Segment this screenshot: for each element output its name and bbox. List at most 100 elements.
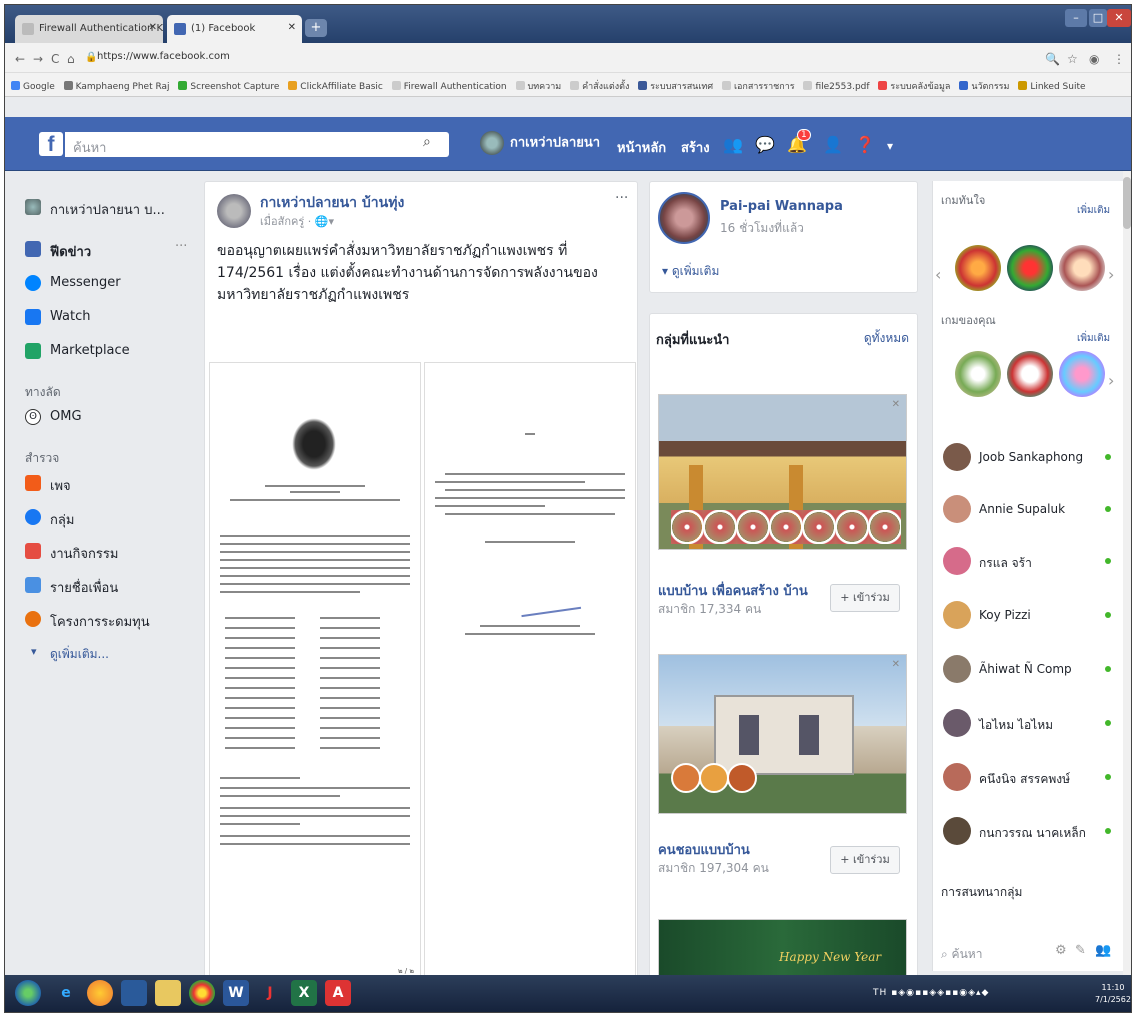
join-group-button[interactable]: + เข้าร่วม bbox=[830, 584, 900, 612]
sidebar-item-friends[interactable]: รายชื่อเพื่อน bbox=[25, 569, 195, 603]
home-icon[interactable]: ⌂ bbox=[67, 52, 75, 66]
post-author[interactable]: กาเหว่าปลายนา บ้านทุ่ง bbox=[260, 192, 404, 214]
game-icon[interactable] bbox=[1007, 351, 1053, 397]
your-games-more-link[interactable]: เพิ่มเติม bbox=[1077, 331, 1110, 346]
media-icon[interactable] bbox=[121, 980, 147, 1006]
contact-item[interactable]: คนึงนิจ สรรคพงษ์ bbox=[943, 759, 1118, 799]
sidebar-item-fundraisers[interactable]: โครงการระดมทุน bbox=[25, 603, 195, 637]
contact-item[interactable]: กรแล จร้า bbox=[943, 543, 1118, 583]
more-icon[interactable]: ··· bbox=[615, 190, 628, 206]
game-icon[interactable] bbox=[1059, 245, 1105, 291]
zoom-icon[interactable]: 🔍 bbox=[1045, 52, 1060, 66]
chevron-right-icon[interactable]: › bbox=[1108, 265, 1114, 284]
bookmark[interactable]: Kamphaeng Phet Raj bbox=[63, 81, 170, 92]
chat-search-input[interactable]: ⌕ ค้นหา bbox=[941, 945, 982, 964]
minimize-button[interactable]: – bbox=[1065, 9, 1087, 27]
join-group-button[interactable]: + เข้าร่วม bbox=[830, 846, 900, 874]
game-icon[interactable] bbox=[955, 245, 1001, 291]
game-icon[interactable] bbox=[1059, 351, 1105, 397]
bookmark[interactable]: บทความ bbox=[515, 79, 561, 93]
avatar[interactable] bbox=[658, 192, 710, 244]
create-link[interactable]: สร้าง bbox=[681, 137, 710, 158]
bookmark[interactable]: ClickAffiliate Basic bbox=[288, 81, 383, 92]
search-input[interactable]: ค้นหา bbox=[65, 132, 449, 157]
sidebar-see-more[interactable]: ▾ ดูเพิ่มเติม... bbox=[25, 637, 195, 671]
extension-icon[interactable]: ◉ bbox=[1089, 52, 1099, 66]
bookmark[interactable]: คำสั่งแต่งตั้ง bbox=[570, 79, 629, 93]
close-icon[interactable]: ✕ bbox=[892, 659, 900, 670]
menu-icon[interactable]: ⋮ bbox=[1113, 52, 1125, 66]
group-cover-image[interactable]: Happy New Year bbox=[658, 919, 907, 980]
sidebar-item-marketplace[interactable]: Marketplace bbox=[25, 335, 195, 369]
group-cover-image[interactable]: ✕ bbox=[658, 394, 907, 550]
sidebar-item-omg[interactable]: ʘ OMG bbox=[25, 401, 195, 435]
bookmark[interactable]: นวัตกรรม bbox=[959, 79, 1009, 93]
contact-item[interactable]: Koy Pizzi bbox=[943, 597, 1118, 637]
see-more-link[interactable]: ▾ ดูเพิ่มเติม bbox=[662, 262, 719, 281]
folder-icon[interactable] bbox=[155, 980, 181, 1006]
app-icon[interactable]: J bbox=[257, 980, 283, 1006]
group-name[interactable]: แบบบ้าน เพื่อคนสร้าง บ้าน bbox=[658, 580, 808, 601]
start-icon[interactable] bbox=[15, 980, 41, 1006]
forward-icon[interactable]: → bbox=[33, 52, 43, 66]
games-more-link[interactable]: เพิ่มเติม bbox=[1077, 203, 1110, 218]
game-icon[interactable] bbox=[955, 351, 1001, 397]
close-icon[interactable]: ✕ bbox=[892, 399, 900, 410]
sidebar-item-pages[interactable]: เพจ bbox=[25, 467, 195, 501]
close-icon[interactable]: ✕ bbox=[288, 22, 296, 33]
scrollbar[interactable] bbox=[1123, 171, 1131, 979]
see-all-link[interactable]: ดูทั้งหมด bbox=[864, 329, 909, 348]
contact-item[interactable]: ไอไหม ไอไหม bbox=[943, 705, 1118, 745]
home-link[interactable]: หน้าหลัก bbox=[617, 137, 666, 158]
firefox-icon[interactable] bbox=[87, 980, 113, 1006]
contact-item[interactable]: Ãhiwat Ñ Comp bbox=[943, 651, 1118, 691]
post-image-page-1[interactable]: ๒ / ๒ bbox=[209, 362, 421, 982]
url-field[interactable]: https://www.facebook.com bbox=[97, 51, 230, 62]
chevron-left-icon[interactable]: ‹ bbox=[935, 265, 941, 284]
friend-requests-icon[interactable]: 👥 bbox=[723, 135, 743, 154]
sidebar-item-watch[interactable]: Watch bbox=[25, 301, 195, 335]
sidebar-item-profile[interactable]: กาเหว่าปลายนา บ... bbox=[25, 191, 195, 225]
group-cover-image[interactable]: ✕ bbox=[658, 654, 907, 814]
new-group-icon[interactable]: 👥 bbox=[1095, 943, 1111, 958]
gear-icon[interactable]: ⚙ bbox=[1055, 943, 1067, 958]
bookmark[interactable]: ระบบสารสนเทศ bbox=[638, 79, 713, 93]
close-icon[interactable]: ✕ bbox=[149, 22, 157, 33]
contact-item[interactable]: กนกวรรณ นาคเหล็ก bbox=[943, 813, 1118, 853]
avatar[interactable] bbox=[217, 194, 251, 228]
profile-link[interactable]: กาเหว่าปลายนา bbox=[480, 131, 600, 155]
game-icon[interactable] bbox=[1007, 245, 1053, 291]
star-icon[interactable]: ☆ bbox=[1067, 52, 1078, 66]
scrollbar-thumb[interactable] bbox=[1123, 177, 1131, 229]
tab-firewall[interactable]: Firewall Authentication Keepalive✕ bbox=[15, 15, 163, 43]
chevron-down-icon[interactable]: ▾ bbox=[887, 139, 893, 153]
word-icon[interactable]: W bbox=[223, 980, 249, 1006]
tab-facebook[interactable]: (1) Facebook ✕ bbox=[167, 15, 302, 43]
post-image-page-2[interactable] bbox=[424, 362, 636, 982]
quick-help-icon[interactable]: 👤 bbox=[823, 135, 843, 154]
bookmark[interactable]: Screenshot Capture bbox=[178, 81, 279, 92]
bookmark[interactable]: file2553.pdf bbox=[803, 81, 870, 92]
bookmark[interactable]: Linked Suite bbox=[1018, 81, 1086, 92]
sidebar-item-events[interactable]: งานกิจกรรม bbox=[25, 535, 195, 569]
reload-icon[interactable]: C bbox=[51, 52, 59, 66]
help-icon[interactable]: ❓ bbox=[855, 135, 875, 154]
notifications-icon[interactable]: 🔔 1 bbox=[787, 129, 811, 154]
messenger-icon[interactable]: 💬 bbox=[755, 135, 775, 154]
sidebar-item-groups[interactable]: กลุ่ม bbox=[25, 501, 195, 535]
bookmark[interactable]: Firewall Authentication bbox=[391, 81, 507, 92]
excel-icon[interactable]: X bbox=[291, 980, 317, 1006]
close-window-button[interactable]: ✕ bbox=[1107, 9, 1131, 27]
ie-icon[interactable]: e bbox=[53, 980, 79, 1006]
chrome-icon[interactable] bbox=[189, 980, 215, 1006]
contact-item[interactable]: Joob Sankaphong bbox=[943, 439, 1118, 479]
clock[interactable]: 11:10 7/1/2562 bbox=[1095, 982, 1131, 1006]
new-tab-button[interactable]: + bbox=[305, 19, 327, 37]
profile-card-name[interactable]: Pai-pai Wannapa bbox=[720, 199, 843, 214]
group-name[interactable]: คนชอบแบบบ้าน bbox=[658, 839, 750, 860]
facebook-logo[interactable]: f bbox=[39, 132, 63, 156]
back-icon[interactable]: ← bbox=[15, 52, 25, 66]
bookmark[interactable]: Google bbox=[11, 81, 55, 92]
search-icon[interactable]: ⌕ bbox=[423, 134, 431, 150]
sidebar-item-messenger[interactable]: Messenger bbox=[25, 267, 195, 301]
